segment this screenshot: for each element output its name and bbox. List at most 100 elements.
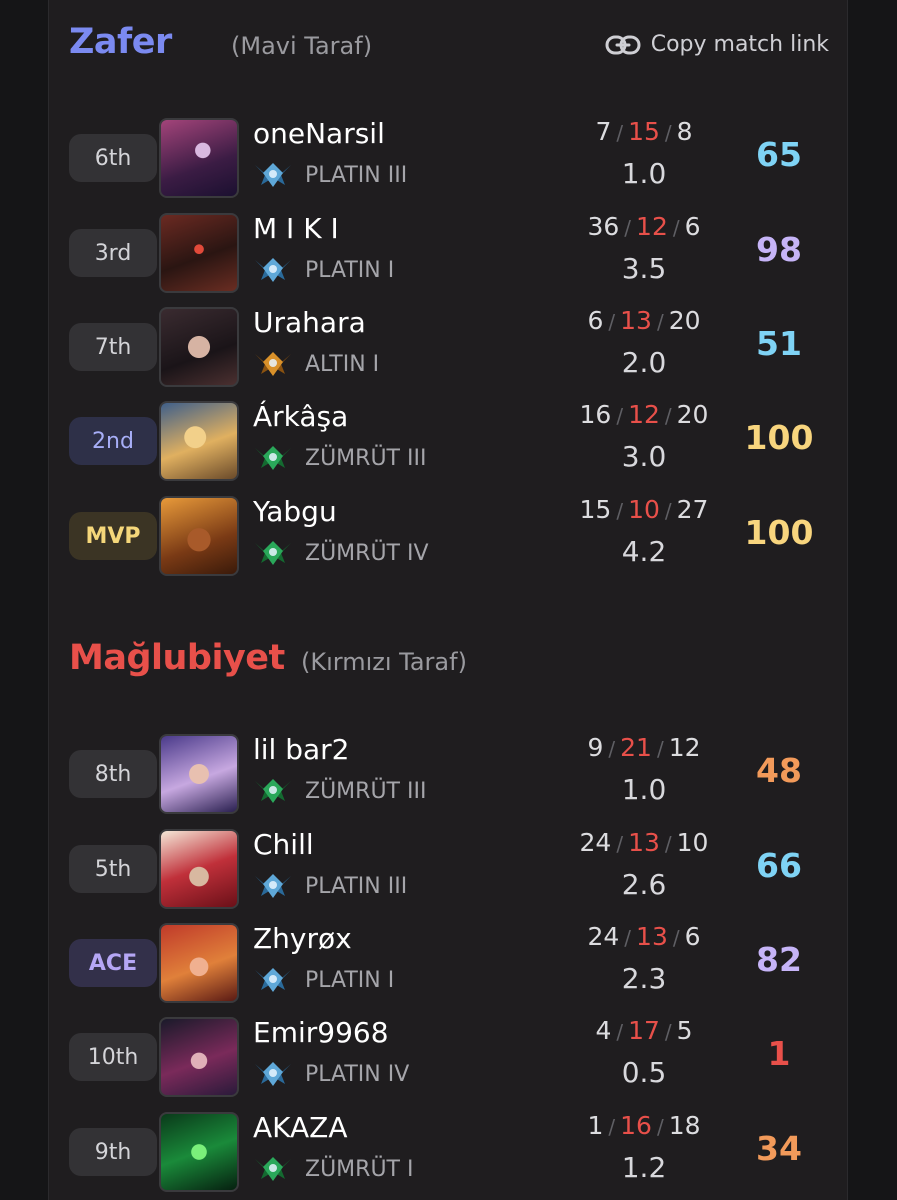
kda: 15/10/27: [579, 495, 709, 524]
player-row[interactable]: 10th Emir9968 PLATIN IV 4/17/5 0.5 1: [69, 1016, 829, 1098]
rank-badge: MVP: [69, 512, 157, 560]
champion-avatar[interactable]: [159, 923, 239, 1003]
assists: 8: [676, 117, 693, 146]
emerald-emblem-icon: [255, 779, 291, 803]
champion-avatar[interactable]: [159, 118, 239, 198]
assists: 20: [668, 306, 701, 335]
player-name[interactable]: Yabgu: [253, 495, 337, 528]
copy-match-link-label: Copy match link: [650, 32, 829, 57]
kda: 7/15/8: [595, 117, 693, 146]
tier-label: PLATIN I: [305, 257, 395, 283]
player-name[interactable]: oneNarsil: [253, 117, 385, 150]
player-row[interactable]: 9th AKAZA ZÜMRÜT I 1/16/18 1.2 34: [69, 1111, 829, 1193]
tier-label: ALTIN I: [305, 351, 380, 377]
performance-score: 66: [756, 846, 802, 885]
assists: 20: [676, 400, 709, 429]
rank-badge: 8th: [69, 750, 157, 798]
emerald-emblem-icon: [255, 1157, 291, 1181]
tier-label: ZÜMRÜT I: [305, 1156, 414, 1182]
player-tier: ALTIN I: [253, 350, 379, 378]
kda-ratio: 1.0: [621, 157, 667, 190]
rank-badge: 7th: [69, 323, 157, 371]
performance-score: 100: [744, 418, 814, 457]
kda: 9/21/12: [587, 733, 701, 762]
kda-ratio: 4.2: [621, 535, 667, 568]
assists: 5: [676, 1016, 693, 1045]
champion-avatar[interactable]: [159, 829, 239, 909]
team-side: (Mavi Taraf): [231, 32, 373, 60]
kda: 6/13/20: [587, 306, 701, 335]
kda-ratio: 2.3: [621, 962, 667, 995]
assists: 27: [676, 495, 709, 524]
tier-label: PLATIN IV: [305, 1061, 410, 1087]
rank-badge: 9th: [69, 1128, 157, 1176]
emerald-emblem-icon: [255, 541, 291, 565]
platinum-emblem-icon: [255, 968, 291, 992]
player-row[interactable]: 7th Urahara ALTIN I 6/13/20 2.0 51: [69, 306, 829, 388]
player-name[interactable]: lil bar2: [253, 733, 350, 766]
deaths: 13: [636, 922, 668, 951]
player-tier: ZÜMRÜT I: [253, 1155, 413, 1183]
kills: 7: [595, 117, 612, 146]
kda: 4/17/5: [595, 1016, 693, 1045]
player-name[interactable]: Chill: [253, 828, 314, 861]
deaths: 15: [628, 117, 660, 146]
player-row[interactable]: ACE Zhyrøx PLATIN I 24/13/6 2.3 82: [69, 922, 829, 1004]
kda-ratio: 3.5: [621, 252, 667, 285]
player-name[interactable]: AKAZA: [253, 1111, 348, 1144]
performance-score: 65: [756, 135, 802, 174]
kda-ratio: 2.0: [621, 346, 667, 379]
performance-score: 100: [744, 513, 814, 552]
assists: 18: [668, 1111, 701, 1140]
kda: 36/12/6: [587, 212, 701, 241]
player-tier: PLATIN III: [253, 872, 407, 900]
deaths: 12: [628, 400, 660, 429]
kills: 16: [579, 400, 612, 429]
platinum-emblem-icon: [255, 1062, 291, 1086]
team-title: Zafer: [69, 22, 172, 62]
rank-badge: 3rd: [69, 229, 157, 277]
champion-avatar[interactable]: [159, 307, 239, 387]
champion-avatar[interactable]: [159, 1112, 239, 1192]
player-row[interactable]: MVP Yabgu ZÜMRÜT IV 15/10/27 4.2 100: [69, 495, 829, 577]
kda: 24/13/10: [579, 828, 709, 857]
player-row[interactable]: 6th oneNarsil PLATIN III 7/15/8 1.0 65: [69, 117, 829, 199]
champion-avatar[interactable]: [159, 401, 239, 481]
player-tier: ZÜMRÜT III: [253, 777, 426, 805]
team-side: (Kırmızı Taraf): [301, 648, 467, 676]
player-name[interactable]: Árkâşa: [253, 400, 348, 433]
player-name[interactable]: Urahara: [253, 306, 366, 339]
deaths: 10: [628, 495, 660, 524]
performance-score: 1: [767, 1034, 791, 1073]
tier-label: ZÜMRÜT III: [305, 778, 427, 804]
copy-match-link-button[interactable]: Copy match link: [605, 32, 829, 57]
kills: 4: [595, 1016, 612, 1045]
link-icon: [605, 35, 641, 54]
player-row[interactable]: 2nd Árkâşa ZÜMRÜT III 16/12/20 3.0 100: [69, 400, 829, 482]
player-tier: PLATIN III: [253, 161, 407, 189]
champion-avatar[interactable]: [159, 734, 239, 814]
player-row[interactable]: 8th lil bar2 ZÜMRÜT III 9/21/12 1.0 48: [69, 733, 829, 815]
tier-label: PLATIN III: [305, 162, 408, 188]
champion-avatar[interactable]: [159, 496, 239, 576]
kda-ratio: 0.5: [621, 1056, 667, 1089]
deaths: 12: [636, 212, 668, 241]
champion-avatar[interactable]: [159, 1017, 239, 1097]
rank-badge: ACE: [69, 939, 157, 987]
player-name[interactable]: Zhyrøx: [253, 922, 352, 955]
deaths: 16: [620, 1111, 652, 1140]
performance-score: 48: [756, 751, 802, 790]
match-panel: Zafer (Mavi Taraf) Copy match link Mağlu…: [48, 0, 848, 1200]
player-row[interactable]: 3rd M I K I PLATIN I 36/12/6 3.5 98: [69, 212, 829, 294]
player-name[interactable]: Emir9968: [253, 1016, 389, 1049]
platinum-emblem-icon: [255, 874, 291, 898]
player-row[interactable]: 5th Chill PLATIN III 24/13/10 2.6 66: [69, 828, 829, 910]
player-name[interactable]: M I K I: [253, 212, 339, 245]
champion-avatar[interactable]: [159, 213, 239, 293]
deaths: 13: [628, 828, 660, 857]
platinum-emblem-icon: [255, 258, 291, 282]
player-tier: PLATIN I: [253, 256, 394, 284]
assists: 6: [684, 212, 701, 241]
kills: 6: [587, 306, 604, 335]
tier-label: ZÜMRÜT III: [305, 445, 427, 471]
